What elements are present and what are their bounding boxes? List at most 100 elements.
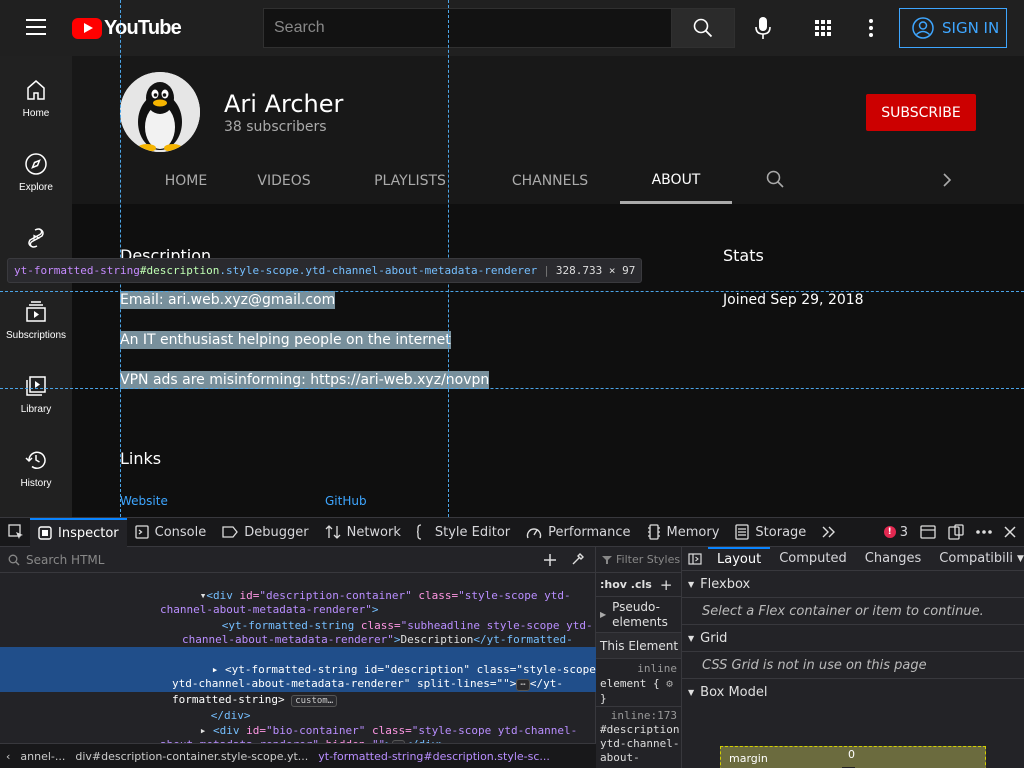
error-count-button[interactable]: ! 3 [878,518,914,547]
tab-channels[interactable]: CHANNELS [500,158,600,204]
search-icon [8,554,20,565]
markup-node-subheadline[interactable]: <yt-formatted-string class="subheadline … [0,603,596,662]
pick-element-icon [8,524,23,539]
markup-breadcrumbs: ‹ annel-... div#description-container.st… [0,743,596,768]
youtube-logo[interactable]: YouTube [72,16,182,39]
tab-videos[interactable]: VIDEOS [244,158,324,204]
memory-icon [647,524,660,540]
tab-performance[interactable]: Performance [518,518,638,547]
responsive-design-button[interactable] [942,518,970,547]
tab-console[interactable]: Console [127,518,215,547]
guide-item-label: Home [22,108,50,119]
tab-network[interactable]: Network [317,518,409,547]
close-devtools-button[interactable] [998,518,1024,547]
tab-computed[interactable]: Computed [770,547,856,571]
guide-item-home[interactable]: Home [0,78,72,119]
tab-storage[interactable]: Storage [727,518,814,547]
guide-item-library[interactable]: Library [0,374,72,415]
tab-layout[interactable]: Layout [708,546,771,571]
tab-label: Inspector [58,525,119,541]
add-rule-icon[interactable]: + [660,576,673,594]
inspector-highlight-tooltip: yt-formatted-string#description.style-sc… [7,258,643,283]
element-picker-button[interactable] [0,518,30,547]
element-rule-selector: element { [600,677,660,690]
tab-style-editor[interactable]: Style Editor [409,518,518,547]
breadcrumb-item[interactable]: annel-... [20,750,65,763]
chevron-down-icon[interactable]: ▼ [1017,554,1024,564]
tab-about[interactable]: ABOUT [620,158,732,204]
markup-view: ▾<div id="description-container" class="… [0,547,596,768]
guide-item-history[interactable]: History [0,448,72,489]
toggle-sidebar-button[interactable] [682,547,708,571]
performance-icon [526,528,542,539]
breadcrumb-back-icon[interactable]: ‹ [6,750,10,763]
subscriber-count: 38 subscribers [224,119,327,135]
flexbox-label: Flexbox [700,576,751,592]
element-rule[interactable]: inline element { ⚙ } [596,659,681,707]
filter-styles-placeholder: Filter Styles [616,553,681,566]
flexbox-section-header[interactable]: ▼ Flexbox [682,571,1024,598]
tab-home[interactable]: HOME [138,158,234,204]
search-icon [693,18,713,38]
youtube-logo-text: YouTube [104,16,182,39]
tab-compatibility[interactable]: Compatibili [930,547,1013,571]
add-node-icon[interactable] [543,553,557,567]
grid-message: CSS Grid is not in use on this page [682,652,1024,679]
hov-cls-label: :hov .cls [600,578,652,591]
search-input[interactable] [263,8,672,48]
split-console-icon [920,525,936,539]
account-icon [912,17,934,39]
tab-debugger[interactable]: Debugger [214,518,316,547]
joined-date: Joined Sep 29, 2018 [723,292,864,308]
breadcrumb-item-selected[interactable]: yt-formatted-string#description.style-sc… [318,750,550,763]
overflow-tabs-button[interactable] [814,518,844,547]
pseudo-elements-toggle[interactable]: ▶ Pseudo-elements [596,597,681,633]
markup-node-close-div[interactable]: </div> [0,693,596,722]
description-rule[interactable]: inline:173 #description ytd-channel-abou… [596,707,681,767]
chevron-right-icon[interactable] [942,172,952,188]
microphone-icon[interactable] [752,16,774,40]
tab-inspector[interactable]: Inspector [30,517,127,547]
apps-grid-icon[interactable] [815,20,831,36]
breadcrumb-item[interactable]: div#description-container.style-scope.yt… [75,750,308,763]
responsive-design-icon [948,524,964,540]
markup-node-description-selected[interactable]: ▸ <yt-formatted-string id="description" … [0,647,596,707]
expand-triangle-icon: ▶ [600,610,607,619]
guide-item-shorts[interactable] [0,226,72,256]
tab-changes[interactable]: Changes [856,547,931,571]
sidebar-toggle-icon [688,552,702,565]
search-button[interactable] [671,8,735,48]
pseudo-class-toggle[interactable]: :hov .cls + [596,573,681,597]
box-model-label: Box Model [700,685,768,700]
search-html-input[interactable] [26,552,526,567]
tab-label: Storage [755,524,807,540]
menu-icon[interactable] [26,19,46,35]
channel-search-icon[interactable] [766,170,784,188]
link-website[interactable]: Website [120,494,168,508]
margin-value[interactable]: 0 [848,748,855,761]
tab-label: Debugger [244,524,309,540]
grid-label: Grid [700,630,728,646]
devtools-menu-button[interactable] [970,518,998,547]
sign-in-button[interactable]: SIGN IN [899,8,1007,48]
more-vertical-icon[interactable] [868,19,874,37]
inspector-guide-line [0,388,1024,389]
filter-styles-bar[interactable]: Filter Styles [596,547,681,573]
markup-node-bio-container[interactable]: ▸ <div id="bio-container" class="style-s… [0,708,596,752]
about-content [72,204,1024,517]
style-editor-icon [416,524,421,540]
rule-options-icon[interactable]: ⚙ [666,677,673,690]
link-github[interactable]: GitHub [325,494,367,508]
markup-node-description-container[interactable]: ▾<div id="description-container" class="… [0,573,596,617]
grid-section-header[interactable]: ▼ Grid [682,625,1024,652]
eyedropper-icon[interactable] [571,552,585,566]
guide-item-subscriptions[interactable]: Subscriptions [0,300,72,341]
channel-avatar[interactable] [120,72,200,152]
tab-playlists[interactable]: PLAYLISTS [362,158,458,204]
subscribe-button[interactable]: SUBSCRIBE [866,94,976,131]
tab-memory[interactable]: Memory [639,518,728,547]
shorts-icon [28,228,44,248]
box-model-section-header[interactable]: ▼ Box Model [682,679,1024,706]
split-console-button[interactable] [914,518,942,547]
guide-item-explore[interactable]: Explore [0,152,72,193]
